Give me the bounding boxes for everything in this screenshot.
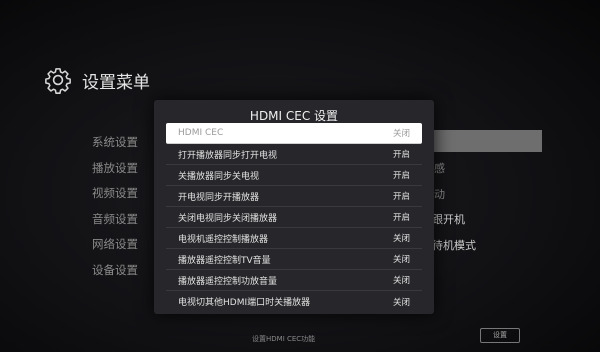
option-value: 关闭 xyxy=(392,129,410,139)
option-player-remote-amp-volume[interactable]: 播放器遥控控制功放音量 关闭 xyxy=(166,270,422,291)
option-tv-remote-controls-player[interactable]: 电视机遥控控制播放器 关闭 xyxy=(166,228,422,249)
hdmi-cec-dialog: HDMI CEC 设置 HDMI CEC 关闭 打开播放器同步打开电视 开启 关… xyxy=(154,100,434,314)
footer-settings-button[interactable]: 设置 xyxy=(480,328,520,343)
option-label: 播放器遥控控制功放音量 xyxy=(178,276,278,287)
settings-header: 设置菜单 xyxy=(44,66,150,94)
menu-item-video[interactable]: 视频设置 xyxy=(92,181,138,207)
option-value: 开启 xyxy=(392,171,410,181)
menu-item-playback[interactable]: 播放设置 xyxy=(92,156,138,182)
option-list: HDMI CEC 关闭 打开播放器同步打开电视 开启 关播放器同步关电视 开启 … xyxy=(166,123,422,312)
option-label: HDMI CEC xyxy=(178,128,224,138)
option-hdmi-cec[interactable]: HDMI CEC 关闭 xyxy=(166,123,422,144)
dialog-title: HDMI CEC 设置 xyxy=(249,109,339,123)
menu-item-network[interactable]: 网络设置 xyxy=(92,232,138,258)
right-item-4[interactable]: 待机模式 xyxy=(432,237,476,253)
option-value: 关闭 xyxy=(392,297,410,308)
menu-item-audio[interactable]: 音频设置 xyxy=(92,207,138,233)
option-label: 开电视同步开播放器 xyxy=(178,192,260,203)
settings-menu: 系统设置 播放设置 视频设置 音频设置 网络设置 设备设置 xyxy=(92,130,138,284)
option-value: 关闭 xyxy=(392,234,410,244)
option-value: 关闭 xyxy=(392,255,410,265)
menu-item-system[interactable]: 系统设置 xyxy=(92,130,138,156)
option-power-off-player-with-tv[interactable]: 关闭电视同步关闭播放器 开启 xyxy=(166,207,422,228)
footer-hint: 设置HDMI CEC功能 xyxy=(252,335,316,343)
gear-icon xyxy=(45,68,71,94)
background-highlight-row xyxy=(430,130,542,152)
option-label: 电视机遥控控制播放器 xyxy=(178,234,269,245)
option-value: 开启 xyxy=(392,192,410,202)
option-value: 关闭 xyxy=(392,276,410,286)
menu-item-device[interactable]: 设备设置 xyxy=(92,258,138,284)
option-tv-switch-hdmi-power-off-player[interactable]: 电视切其他HDMI端口时关播放器 关闭 xyxy=(166,291,422,312)
option-power-on-tv-with-player[interactable]: 打开播放器同步打开电视 开启 xyxy=(166,144,422,165)
option-label: 打开播放器同步打开电视 xyxy=(178,150,278,161)
settings-title: 设置菜单 xyxy=(82,72,150,93)
option-player-remote-tv-volume[interactable]: 播放器遥控控制TV音量 关闭 xyxy=(166,249,422,270)
right-item-1[interactable]: 感 xyxy=(434,160,445,176)
option-value: 开启 xyxy=(392,213,410,223)
option-label: 播放器遥控控制TV音量 xyxy=(178,255,271,266)
option-label: 关播放器同步关电视 xyxy=(178,171,260,182)
option-label: 关闭电视同步关闭播放器 xyxy=(178,213,278,224)
option-power-on-player-with-tv[interactable]: 开电视同步开播放器 开启 xyxy=(166,186,422,207)
option-power-off-tv-with-player[interactable]: 关播放器同步关电视 开启 xyxy=(166,165,422,186)
right-item-2[interactable]: 动 xyxy=(434,186,445,202)
option-label: 电视切其他HDMI端口时关播放器 xyxy=(178,298,311,308)
right-item-3[interactable]: 跟开机 xyxy=(432,211,465,227)
option-value: 开启 xyxy=(392,150,410,160)
